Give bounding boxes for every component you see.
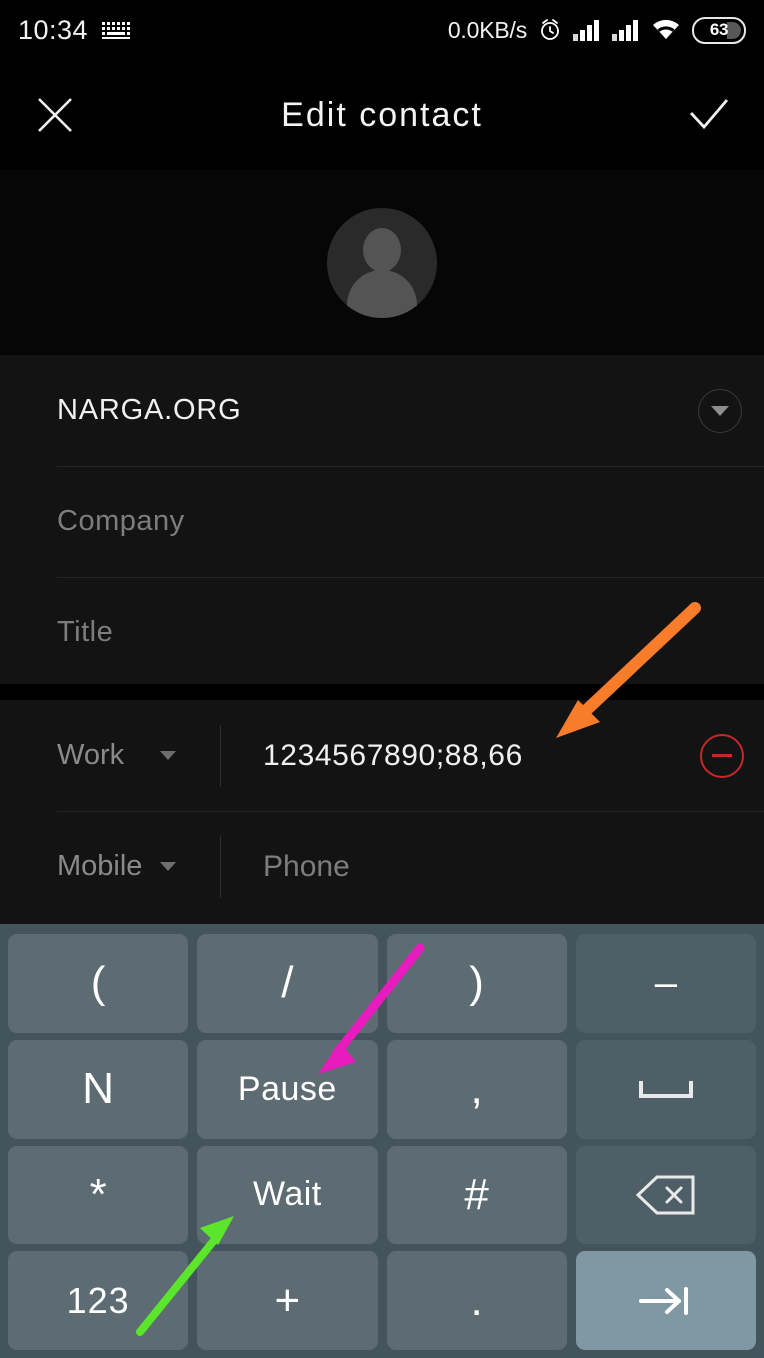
key-space[interactable]: [575, 1039, 756, 1139]
key-period[interactable]: .: [386, 1251, 567, 1350]
keyboard-icon: [102, 21, 131, 39]
network-speed: 0.0KB/s: [447, 16, 527, 43]
keypad-row-1: ( / ) –: [8, 934, 756, 1033]
avatar-body: [347, 269, 417, 318]
key-hash[interactable]: #: [386, 1145, 567, 1245]
key-label: /: [281, 958, 294, 1008]
remove-phone-button[interactable]: [700, 733, 744, 778]
section-divider: [0, 684, 764, 700]
chevron-down-icon: [711, 405, 729, 416]
key-label: #: [464, 1169, 489, 1219]
key-dash[interactable]: –: [575, 934, 756, 1033]
phone-type-work-dropdown[interactable]: [160, 751, 220, 760]
field-company[interactable]: Company: [0, 466, 764, 577]
chevron-down-icon: [160, 862, 176, 871]
key-next[interactable]: [575, 1251, 756, 1350]
status-bar-right: 0.0KB/s 63: [447, 16, 746, 44]
signal-bars-icon: [612, 20, 638, 41]
phone-keypad: ( / ) – N Pause , * Wait # 123 + .: [0, 924, 764, 1358]
keypad-row-4: 123 + .: [8, 1251, 756, 1350]
key-pause[interactable]: Pause: [197, 1039, 378, 1139]
contact-info-section: NARGA.ORG Company Title: [0, 355, 764, 684]
app-bar: Edit contact: [0, 60, 764, 170]
signal-bars-icon: [573, 20, 599, 41]
key-plus[interactable]: +: [197, 1251, 378, 1350]
close-icon: [38, 98, 72, 132]
field-title[interactable]: Title: [0, 577, 764, 688]
avatar-area: [0, 170, 764, 355]
phone-row-work: Work 1234567890;88,66: [0, 700, 764, 811]
backspace-icon: [635, 1175, 695, 1215]
key-label: 123: [66, 1279, 130, 1321]
expand-name-button[interactable]: [698, 388, 742, 433]
key-label: Pause: [237, 1069, 337, 1108]
phone-type-mobile-dropdown[interactable]: [160, 862, 220, 871]
avatar-head: [363, 227, 401, 272]
chevron-down-icon: [160, 751, 176, 760]
avatar[interactable]: [327, 207, 437, 318]
alarm-icon: [541, 19, 559, 40]
key-comma[interactable]: ,: [386, 1039, 567, 1139]
key-slash[interactable]: /: [197, 934, 378, 1033]
phone-section: Work 1234567890;88,66 Mobile Phone: [0, 700, 764, 924]
company-placeholder: Company: [57, 505, 185, 537]
wifi-icon: [653, 19, 679, 39]
key-label: ): [469, 958, 484, 1008]
display-name-value: NARGA.ORG: [57, 394, 242, 426]
key-n[interactable]: N: [8, 1039, 189, 1139]
keypad-row-2: N Pause ,: [8, 1039, 756, 1139]
key-label: –: [654, 960, 677, 1005]
space-bar-icon: [638, 1081, 693, 1099]
save-button[interactable]: [654, 60, 764, 170]
phone-type-work[interactable]: Work: [0, 739, 160, 772]
key-close-paren[interactable]: ): [386, 934, 567, 1033]
key-open-paren[interactable]: (: [8, 934, 189, 1033]
status-bar: 10:34 0.0KB/s 63: [0, 0, 764, 60]
phone-row-mobile: Mobile Phone: [0, 811, 764, 922]
phone-type-mobile[interactable]: Mobile: [0, 850, 160, 883]
key-label: +: [274, 1275, 301, 1325]
phone-number-mobile-placeholder[interactable]: Phone: [263, 850, 350, 884]
row-divider: [220, 724, 221, 787]
key-123[interactable]: 123: [8, 1251, 189, 1350]
key-label: N: [82, 1064, 115, 1114]
check-icon: [689, 99, 729, 130]
key-wait[interactable]: Wait: [197, 1145, 378, 1245]
row-divider: [220, 835, 221, 898]
battery-level: 63: [709, 20, 729, 39]
close-button[interactable]: [0, 60, 110, 170]
key-label: Wait: [253, 1175, 322, 1214]
status-bar-left: 10:34: [18, 14, 131, 46]
minus-icon: [712, 754, 732, 757]
key-asterisk[interactable]: *: [8, 1145, 189, 1245]
edit-contact-screen: 10:34 0.0KB/s 63 Edit contact NARGA.ORG …: [0, 0, 764, 1358]
keypad-row-3: * Wait #: [8, 1145, 756, 1245]
key-backspace[interactable]: [575, 1145, 756, 1245]
key-label: ,: [470, 1064, 483, 1114]
tab-next-icon: [638, 1286, 688, 1315]
field-display-name[interactable]: NARGA.ORG: [0, 355, 764, 466]
key-label: .: [470, 1275, 483, 1325]
battery-indicator: 63: [692, 16, 746, 44]
key-label: (: [90, 958, 106, 1008]
phone-number-work[interactable]: 1234567890;88,66: [263, 739, 523, 773]
title-placeholder: Title: [57, 616, 114, 648]
key-label: *: [89, 1169, 107, 1219]
page-title: Edit contact: [281, 95, 483, 134]
status-time: 10:34: [18, 14, 89, 45]
